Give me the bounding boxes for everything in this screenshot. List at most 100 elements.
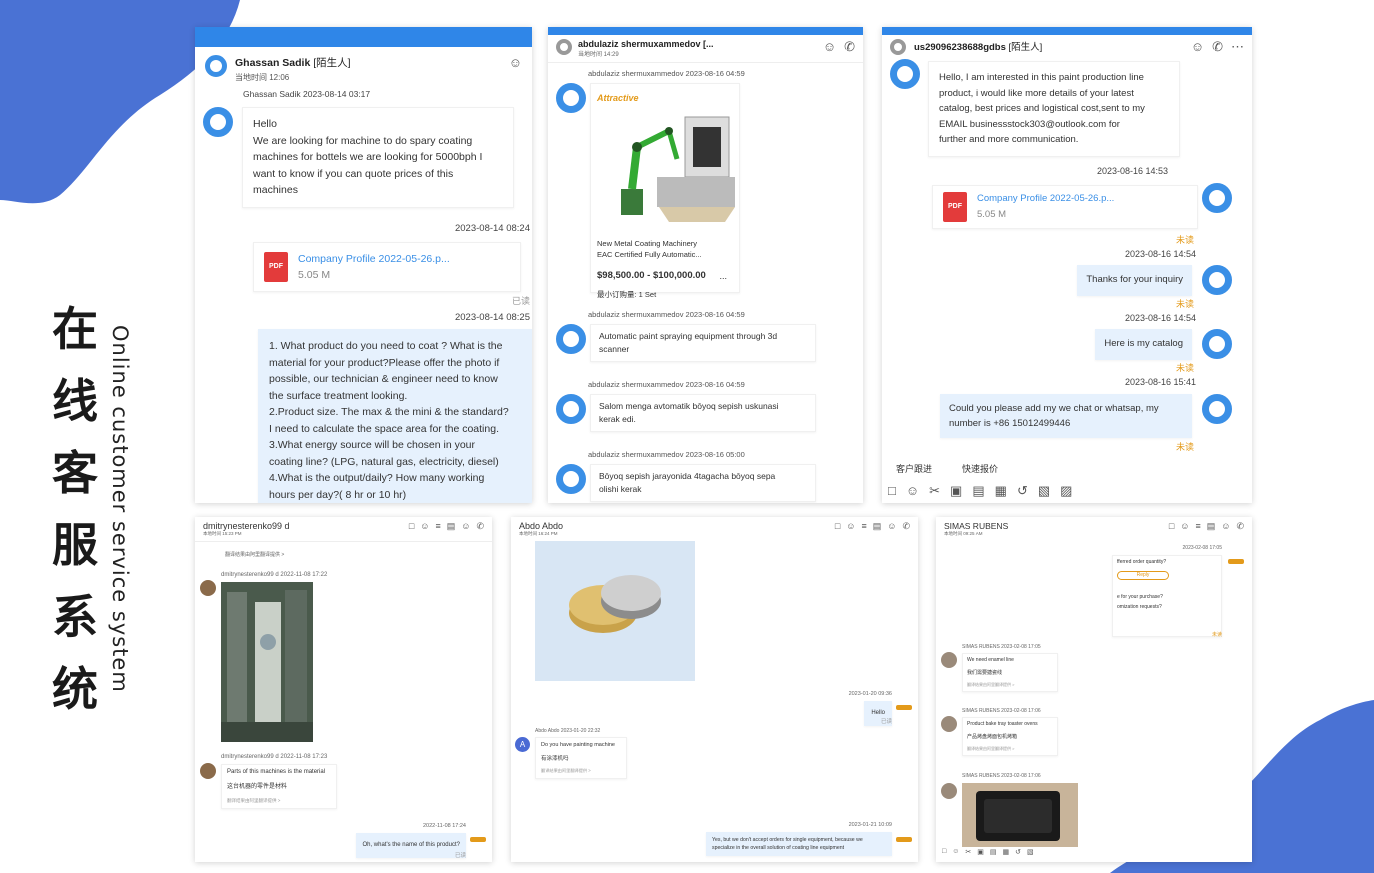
chat-icon[interactable]: □ [1169, 521, 1174, 532]
local-time: 当地时间 12:06 [235, 73, 290, 82]
local-time: 当地时间 14:29 [578, 52, 619, 58]
quote-icon[interactable]: ▨ [1060, 483, 1072, 499]
product-title-line: EAC Certified Fully Automatic... [597, 250, 702, 259]
tab-follow-up[interactable]: 客户跟进 [896, 462, 932, 475]
timestamp: 2023-08-16 15:41 [1124, 377, 1196, 387]
message-line: specialize in the overall solution of co… [712, 845, 845, 851]
timestamp: 2023-01-20 09:36 [848, 691, 892, 697]
phone-icon[interactable]: ✆ [844, 39, 855, 55]
message-meta: SIMAS RUBENS 2023-02-08 17:06 [962, 708, 1041, 714]
box-icon[interactable]: ▦ [1003, 848, 1010, 856]
timestamp: 2023-08-16 14:54 [1124, 313, 1196, 323]
message-line: want to know if you can quote prices of … [253, 167, 454, 180]
folder-icon[interactable]: ▤ [990, 848, 997, 856]
inquiry-question: e for your purchase? [1117, 594, 1163, 600]
translate-hint[interactable]: 翻译结果由阿里翻译提供 > [967, 745, 1053, 752]
file-name[interactable]: Company Profile 2022-05-26.p... [977, 191, 1114, 208]
add-contact-icon[interactable]: ☺ [509, 55, 522, 70]
scissors-icon[interactable]: ✂ [929, 483, 940, 499]
sender-avatar [556, 394, 586, 424]
tab-quick-quote[interactable]: 快速报价 [962, 462, 998, 475]
product-card[interactable]: Attractive New Metal Coating Machinery E… [590, 83, 740, 299]
product-photo-caps [535, 541, 695, 681]
user-icon[interactable]: ☺ [461, 521, 470, 532]
box-icon[interactable]: ▦ [995, 483, 1007, 499]
card-icon[interactable]: ▧ [1038, 483, 1050, 499]
contact-icon[interactable]: ☺ [1180, 521, 1189, 532]
contact-name: abdulaziz shermuxammedov [... [578, 39, 714, 49]
agent-avatar [470, 837, 486, 842]
message-line: Hello, I am interested in this paint pro… [939, 72, 1144, 83]
file-name[interactable]: Company Profile 2022-05-26.p... [298, 251, 450, 268]
message-line: catalog, best prices and logistical cost… [939, 103, 1145, 114]
file-card[interactable]: PDF Company Profile 2022-05-26.p... 5.05… [932, 185, 1198, 229]
phone-icon[interactable]: ✆ [1212, 39, 1223, 55]
doc-icon[interactable]: ▤ [1207, 521, 1216, 532]
timestamp: 2023-08-14 08:24 [454, 223, 530, 234]
side-zh-char: 系 [52, 590, 98, 644]
chat-panel-ghassan: Ghassan Sadik [陌生人] 当地时间 12:06 ☺ Ghassan… [195, 27, 532, 503]
phone-icon[interactable]: ✆ [476, 521, 484, 532]
contact-icon[interactable]: ☺ [823, 39, 836, 55]
emoji-icon[interactable]: ☺ [906, 483, 919, 499]
message-line: machines for bottels we are looking for … [253, 151, 483, 163]
contact-icon[interactable]: ☺ [846, 521, 855, 532]
sender-avatar [556, 83, 586, 113]
list-icon[interactable]: ≡ [861, 521, 866, 532]
more-menu[interactable]: ... [719, 268, 727, 285]
more-icon[interactable]: ⋯ [1231, 39, 1244, 55]
agent-avatar [1202, 265, 1232, 295]
chat-icon[interactable]: □ [835, 521, 840, 532]
message-bubble: We need enamel line 我们需要搪瓷线 翻译结果由阿里翻译提供 … [962, 653, 1058, 692]
sender-avatar [556, 464, 586, 494]
chat-panel-us2909: us29096238688gdbs [陌生人] ☺ ✆ ⋯ Hello, I am … [882, 27, 1252, 503]
card-icon[interactable]: ▧ [1027, 848, 1034, 856]
message-bubble: Automatic paint spraying equipment throu… [590, 324, 816, 362]
reply-button[interactable]: Reply [1117, 571, 1169, 580]
translate-hint[interactable]: 翻译结果由阿里翻译提供 > [227, 796, 331, 805]
timestamp: 2023-08-14 08:25 [454, 312, 530, 323]
user-icon[interactable]: ☺ [887, 521, 896, 532]
list-icon[interactable]: ≡ [1195, 521, 1200, 532]
chat-header: abdulaziz shermuxammedov [... 当地时间 14:29… [548, 35, 863, 63]
message-line: EMAIL businessstock303@outlook.com for [939, 118, 1120, 130]
chat-panel-dmitry: dmitrynesterenko99 d 本地时间 15:23 PM □ ☺ ≡ ▤ ☺… [195, 517, 492, 862]
chat-header: us29096238688gdbs [陌生人] ☺ ✆ ⋯ [882, 35, 1252, 59]
translate-hint[interactable]: 翻译结果由阿里翻译提供 > [225, 551, 284, 558]
translate-hint[interactable]: 翻译结果由阿里翻译提供 > [967, 681, 1053, 688]
message-meta: abdulaziz shermuxammedov 2023-08-16 05:0… [588, 450, 745, 459]
file-size: 5.05 M [977, 209, 1007, 220]
history-icon[interactable]: ↺ [1017, 483, 1028, 499]
phone-icon[interactable]: ✆ [902, 521, 910, 532]
sender-avatar [203, 107, 233, 137]
translate-hint[interactable]: 翻译结果由阿里翻译提供 > [541, 767, 621, 775]
chat-icon[interactable]: □ [409, 521, 414, 532]
message-line: Bōyoq sepish jarayonida 4tagacha bōyoq s… [599, 471, 776, 481]
doc-icon[interactable]: ▤ [873, 521, 882, 532]
folder-icon[interactable]: ▤ [972, 483, 984, 499]
message-bubble: 1. What product do you need to coat ? Wh… [258, 329, 532, 503]
scissors-icon[interactable]: ✂ [965, 848, 971, 856]
contact-avatar [890, 39, 906, 55]
user-icon[interactable]: ☺ [1221, 521, 1230, 532]
chat-header: Ghassan Sadik [陌生人] 当地时间 12:06 ☺ [195, 47, 532, 87]
image-icon[interactable]: ▣ [950, 483, 962, 499]
phone-icon[interactable]: ✆ [1236, 521, 1244, 532]
emoji-icon[interactable]: ☺ [952, 848, 959, 856]
sender-avatar [200, 580, 216, 596]
doc-icon[interactable]: ▤ [447, 521, 456, 532]
history-icon[interactable]: ↺ [1015, 848, 1021, 856]
image-icon[interactable]: ▣ [977, 848, 984, 856]
contact-icon[interactable]: ☺ [420, 521, 429, 532]
message-bubble: Bōyoq sepish jarayonida 4tagacha bōyoq s… [590, 464, 816, 502]
chat-panel-simas: SIMAS RUBENS 本地时间 09:25 AM □ ☺ ≡ ▤ ☺ ✆ 2023-0… [936, 517, 1252, 862]
message-icon[interactable]: □ [942, 848, 946, 856]
agent-avatar [896, 837, 912, 842]
contact-icon[interactable]: ☺ [1191, 39, 1204, 55]
file-card[interactable]: PDF Company Profile 2022-05-26.p... 5.05… [253, 242, 521, 292]
list-icon[interactable]: ≡ [435, 521, 440, 532]
message-icon[interactable]: □ [888, 483, 896, 499]
side-zh-char: 服 [52, 518, 98, 572]
message-translation: 产品烤盘烤面包机烤箱 [967, 734, 1018, 740]
contact-avatar [205, 55, 227, 77]
